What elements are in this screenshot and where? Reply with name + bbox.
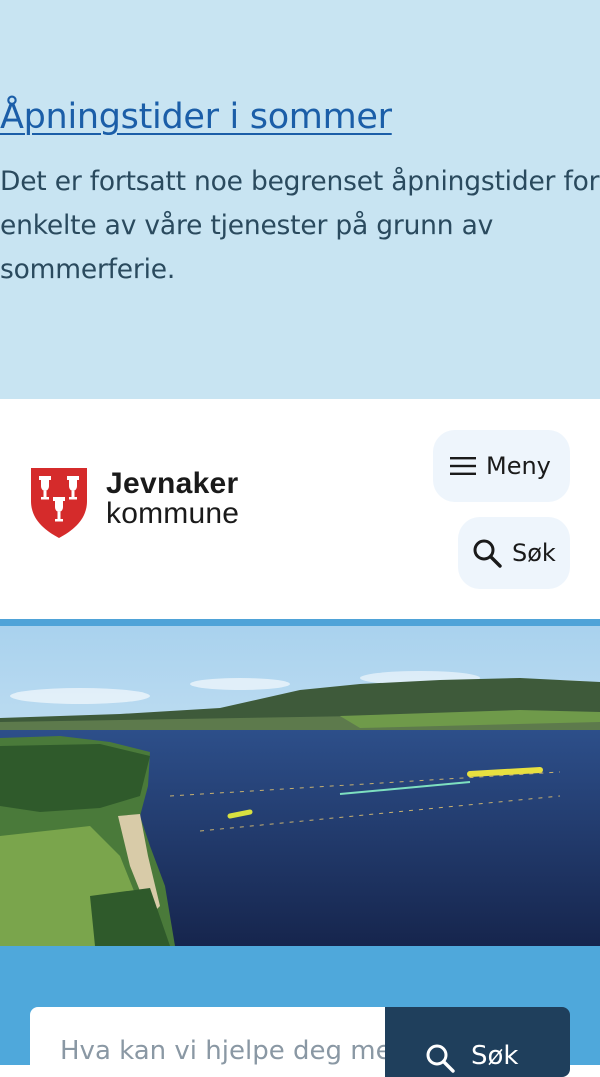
notice-title-link[interactable]: Åpningstider i sommer — [0, 92, 392, 142]
search-input[interactable] — [30, 1007, 386, 1077]
notice-body: Det er fortsatt noe begrenset åpningstid… — [0, 166, 600, 285]
logo-subtitle: kommune — [106, 497, 240, 530]
menu-button[interactable]: Meny — [433, 430, 570, 502]
menu-button-label: Meny — [486, 452, 551, 480]
notice-banner: Åpningstider i sommer Det er fortsatt no… — [0, 0, 600, 399]
coat-of-arms-icon — [31, 468, 87, 538]
search-toggle-label: Søk — [512, 539, 556, 567]
search-icon — [473, 539, 502, 568]
search-submit-label: Søk — [471, 1041, 519, 1071]
lake-aerial-image — [0, 626, 600, 946]
search-section: Søk — [0, 946, 600, 1077]
hero-top-border — [0, 619, 600, 626]
logo-wordmark: Jevnaker kommune — [106, 469, 239, 529]
site-logo[interactable]: Jevnaker kommune — [30, 467, 270, 541]
hero-image — [0, 626, 600, 946]
site-header: Jevnaker kommune Meny Søk — [0, 399, 600, 619]
hamburger-icon — [450, 457, 476, 475]
search-icon — [426, 1044, 455, 1073]
search-submit-button[interactable]: Søk — [385, 1007, 570, 1077]
search-toggle-button[interactable]: Søk — [458, 517, 570, 589]
logo-name: Jevnaker — [106, 467, 239, 500]
